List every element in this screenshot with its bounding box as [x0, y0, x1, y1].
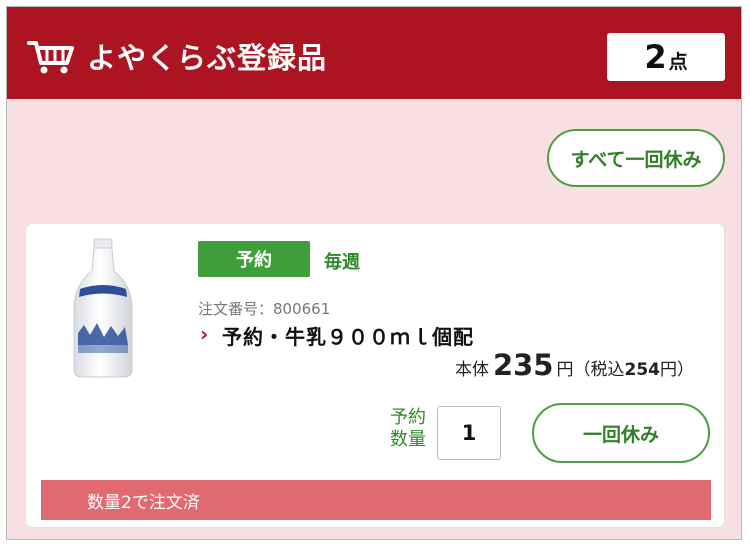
- reserve-badge: 予約: [198, 241, 310, 277]
- chevron-right-icon: ›: [200, 322, 209, 346]
- product-card: 予約 毎週 注文番号：800661 › 予約・牛乳９００ｍｌ個配 本体 235 円（…: [25, 223, 725, 528]
- page-title: よやくらぶ登録品: [87, 41, 328, 75]
- tax-close: 円）: [660, 360, 694, 380]
- main-panel: よやくらぶ登録品 2点 すべて一回休み 予約 毎週 注文番号：800661 › …: [6, 6, 742, 540]
- quantity-field[interactable]: 1: [437, 406, 501, 460]
- header-bar: よやくらぶ登録品 2点: [7, 7, 741, 99]
- order-status-bar: 数量2で注文済: [41, 480, 711, 520]
- product-name-link[interactable]: 予約・牛乳９００ｍｌ個配: [222, 321, 474, 350]
- frequency-label: 毎週: [324, 252, 360, 273]
- price-info: 本体 235 円（税込254円）: [455, 348, 694, 382]
- cart-icon: [27, 41, 74, 74]
- pause-once-button[interactable]: 一回休み: [532, 403, 710, 463]
- item-count-unit: 点: [668, 51, 688, 73]
- item-count: 2: [644, 38, 667, 76]
- order-number: 注文番号：800661: [198, 300, 331, 318]
- price-prefix: 本体: [454, 360, 489, 380]
- quantity-label-line1: 予約: [390, 407, 426, 428]
- tax-price: 254: [624, 360, 661, 380]
- pause-all-button[interactable]: すべて一回休み: [547, 129, 725, 187]
- price-amount: 235: [492, 348, 554, 382]
- price-unit: 円: [556, 360, 574, 380]
- item-count-badge: 2点: [607, 33, 725, 81]
- quantity-label-line2: 数量: [390, 429, 426, 450]
- tax-open: （税込: [573, 360, 625, 380]
- milk-bottle-image: [73, 238, 133, 378]
- quantity-label: 予約 数量: [386, 407, 430, 451]
